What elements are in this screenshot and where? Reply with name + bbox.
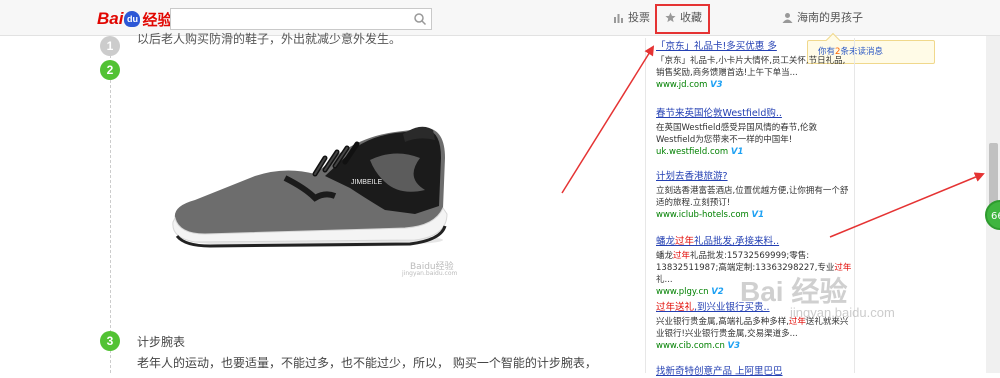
ad-description: 「京东」礼品卡,小卡片大情怀,员工关怀,节日礼品,销售奖励,商务馈赠首选!上午下…	[656, 56, 846, 78]
user-menu[interactable]: 海南的男孩子	[782, 9, 863, 25]
search-box[interactable]	[170, 8, 432, 30]
ad-description: 立刻选香港富荟酒店,位置优越方便,让你拥有一个舒适的旅程.立刻预订!	[656, 186, 849, 208]
step-number-3: 3	[100, 331, 120, 351]
paw-icon: du	[124, 11, 141, 27]
vote-link[interactable]: 投票	[613, 9, 650, 25]
svg-text:JIMBEILE: JIMBEILE	[351, 179, 382, 186]
search-input[interactable]	[175, 10, 409, 30]
ad-description: 在英国Westfield感受异国风情的春节,伦敦Westfield为您带来不一样…	[656, 123, 817, 145]
ad-title[interactable]: 找新奇特创意产品 上阿里巴巴	[656, 366, 852, 378]
annotation-arrow-favorite	[561, 45, 655, 194]
verified-icon: V1	[730, 147, 744, 157]
ad-title[interactable]: 计划去香港旅游?	[656, 171, 852, 183]
image-watermark-url: jingyan.baidu.com	[402, 270, 458, 277]
ad-item[interactable]: 计划去香港旅游? 立刻选香港富荟酒店,位置优越方便,让你拥有一个舒适的旅程.立刻…	[656, 171, 852, 220]
logo-text: Bai	[97, 9, 124, 28]
ad-url: uk.westfield.com V1	[656, 147, 744, 157]
ad-item[interactable]: 找新奇特创意产品 上阿里巴巴	[656, 366, 852, 378]
step-number-2: 2	[100, 60, 120, 80]
sneaker-illustration: JIMBEILE	[172, 126, 448, 248]
sponsored-ads-panel: 「京东」礼品卡!多买优惠 多 「京东」礼品卡,小卡片大情怀,员工关怀,节日礼品,…	[645, 38, 855, 377]
baidu-jingyan-watermark: Bai 经验	[740, 276, 848, 307]
verified-icon: V1	[751, 210, 765, 220]
vote-label: 投票	[628, 11, 650, 24]
step-number-1: 1	[100, 36, 120, 56]
ad-url: www.iclub-hotels.com V1	[656, 210, 765, 220]
logo-jingyan-text: 经验	[142, 11, 173, 29]
verified-icon: V2	[711, 287, 724, 297]
ad-url: www.jd.com V3	[656, 80, 723, 90]
step-body-text: 老年人的运动，也要适量，不能过多，也不能过少，所以， 购买一个智能的计步腕表，	[137, 356, 597, 370]
ad-title[interactable]: 「京东」礼品卡!多买优惠 多	[656, 41, 852, 53]
baidu-jingyan-logo[interactable]: Bai du 经验	[97, 9, 172, 29]
user-icon	[782, 12, 793, 23]
ad-item[interactable]: 「京东」礼品卡!多买优惠 多 「京东」礼品卡,小卡片大情怀,员工关怀,节日礼品,…	[656, 41, 852, 90]
verified-icon: V3	[727, 341, 741, 351]
bar-chart-icon	[614, 13, 623, 23]
verified-icon: V3	[710, 80, 723, 90]
ad-title[interactable]: 蟠龙过年礼品批发,承接来料..	[656, 236, 852, 248]
favorite-highlight-box	[655, 4, 710, 34]
ad-url: www.cib.com.cn V3	[656, 341, 741, 351]
ad-item[interactable]: 春节来英国伦敦Westfield购.. 在英国Westfield感受异国风情的春…	[656, 108, 852, 157]
step-timeline	[110, 40, 111, 373]
shoe-image[interactable]: JIMBEILE	[165, 118, 475, 278]
search-icon[interactable]	[413, 12, 427, 26]
watermark-url: jingyan.baidu.com	[790, 305, 895, 320]
ad-title[interactable]: 春节来英国伦敦Westfield购..	[656, 108, 852, 120]
step-text-partial: 以后老人购买防滑的鞋子，外出就减少意外发生。	[137, 32, 402, 46]
user-name: 海南的男孩子	[797, 11, 863, 24]
step-title: 计步腕表	[137, 335, 186, 349]
